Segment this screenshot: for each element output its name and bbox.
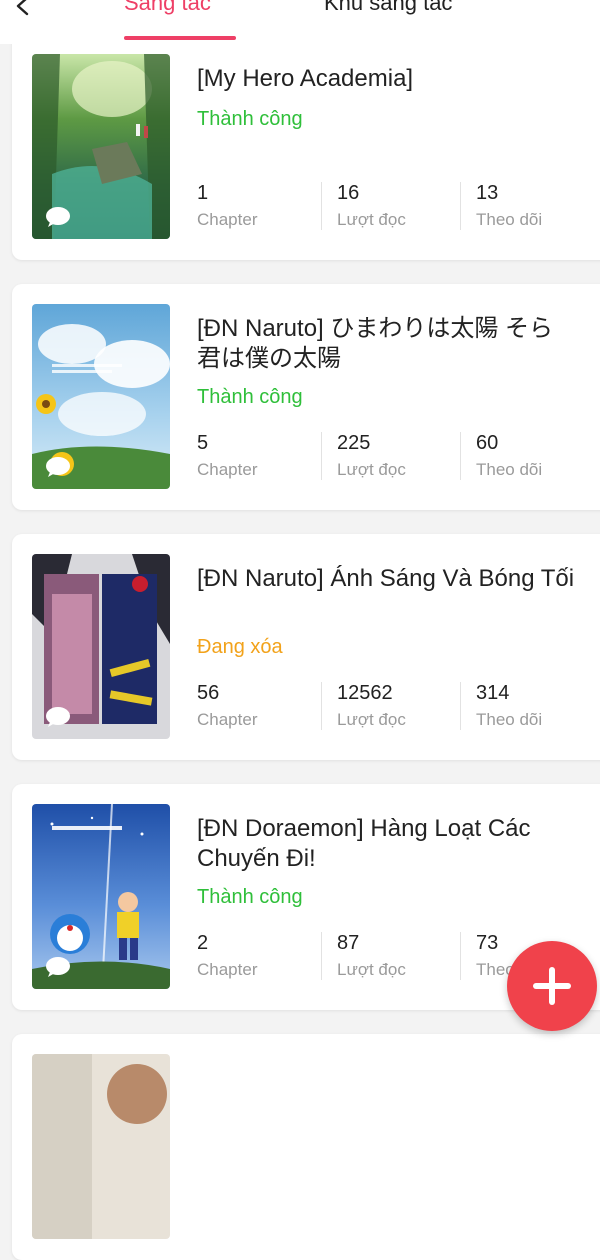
stat-chapters-value: 2 xyxy=(197,932,209,954)
stat-chapters-label: Chapter xyxy=(197,210,258,229)
chevron-left-icon xyxy=(16,0,29,16)
stat-reads-label: Lượt đọc xyxy=(337,710,406,729)
story-status: Thành công xyxy=(197,386,303,408)
stat-chapters: 56 Chapter xyxy=(197,680,257,734)
story-title[interactable]: [My Hero Academia] xyxy=(197,64,577,94)
stat-reads: 12562 Lượt đọc xyxy=(321,680,406,734)
cover-art-partial xyxy=(32,1054,170,1239)
story-cover[interactable] xyxy=(32,54,170,239)
active-tab-indicator xyxy=(124,36,236,40)
story-stats: 56 Chapter 12562 Lượt đọc 314 Theo dõi xyxy=(197,680,600,740)
tab-sang-tac[interactable]: Sáng tác xyxy=(124,0,211,18)
stat-divider xyxy=(460,182,461,230)
comment-bubble-icon xyxy=(46,707,70,727)
stat-follows: 314 Theo dõi xyxy=(460,680,543,734)
stat-follows: 60 Theo dõi xyxy=(460,430,543,484)
stat-chapters: 1 Chapter xyxy=(197,180,257,234)
story-status: Đang xóa xyxy=(197,636,283,658)
stat-divider xyxy=(321,432,322,480)
stat-chapters: 2 Chapter xyxy=(197,930,257,984)
stat-divider xyxy=(460,932,461,980)
story-cover[interactable] xyxy=(32,554,170,739)
stat-divider xyxy=(460,682,461,730)
story-stats: 1 Chapter 16 Lượt đọc 13 Theo dõi xyxy=(197,180,600,240)
stat-reads-label: Lượt đọc xyxy=(337,460,406,479)
stat-reads-label: Lượt đọc xyxy=(337,960,406,979)
story-status: Thành công xyxy=(197,886,303,908)
story-status: Thành công xyxy=(197,108,303,130)
stat-reads: 225 Lượt đọc xyxy=(321,430,406,484)
stat-divider xyxy=(321,682,322,730)
top-header: Sáng tác Khu sáng tác xyxy=(0,0,600,44)
story-cover[interactable] xyxy=(32,1054,170,1239)
stat-follows-label: Theo dõi xyxy=(476,460,543,479)
stat-follows-value: 314 xyxy=(476,682,510,704)
back-button[interactable] xyxy=(8,0,38,26)
stat-divider xyxy=(460,432,461,480)
plus-icon xyxy=(533,967,571,1005)
stat-reads: 16 Lượt đọc xyxy=(321,180,406,234)
stat-chapters-value: 1 xyxy=(197,182,209,204)
story-card[interactable]: [ĐN Naruto] ひまわりは太陽 そら君は僕の太陽 Thành công … xyxy=(12,284,600,510)
story-card[interactable] xyxy=(12,1034,600,1260)
stat-follows-label: Theo dõi xyxy=(476,210,543,229)
tab-khu-sang-tac[interactable]: Khu sáng tác xyxy=(324,0,452,18)
stat-reads-value: 87 xyxy=(337,932,360,954)
add-story-button[interactable] xyxy=(507,941,597,1031)
stat-reads-label: Lượt đọc xyxy=(337,210,406,229)
story-list[interactable]: [My Hero Academia] Thành công 1 Chapter … xyxy=(0,0,600,1260)
stat-chapters-value: 56 xyxy=(197,682,220,704)
stat-follows-value: 60 xyxy=(476,432,499,454)
story-stats: 5 Chapter 225 Lượt đọc 60 Theo dõi xyxy=(197,430,600,490)
stat-divider xyxy=(321,182,322,230)
stat-chapters: 5 Chapter xyxy=(197,430,257,484)
story-title[interactable]: [ĐN Naruto] Ánh Sáng Và Bóng Tối xyxy=(197,564,577,594)
stat-reads-value: 12562 xyxy=(337,682,393,704)
story-card[interactable]: [ĐN Naruto] Ánh Sáng Và Bóng Tối Đang xó… xyxy=(12,534,600,760)
stat-chapters-label: Chapter xyxy=(197,710,258,729)
comment-bubble-icon xyxy=(46,457,70,477)
story-cover[interactable] xyxy=(32,804,170,989)
stat-chapters-value: 5 xyxy=(197,432,209,454)
story-card[interactable]: [My Hero Academia] Thành công 1 Chapter … xyxy=(12,34,600,260)
stat-reads: 87 Lượt đọc xyxy=(321,930,406,984)
story-title[interactable]: [ĐN Doraemon] Hàng Loạt Các Chuyến Đi! xyxy=(197,814,577,874)
stat-reads-value: 225 xyxy=(337,432,371,454)
comment-bubble-icon xyxy=(46,957,70,977)
stat-chapters-label: Chapter xyxy=(197,960,258,979)
stat-follows-value: 13 xyxy=(476,182,499,204)
comment-bubble-icon xyxy=(46,207,70,227)
stat-chapters-label: Chapter xyxy=(197,460,258,479)
stat-follows: 13 Theo dõi xyxy=(460,180,543,234)
stat-divider xyxy=(321,932,322,980)
stat-follows-label: Theo dõi xyxy=(476,710,543,729)
story-title[interactable]: [ĐN Naruto] ひまわりは太陽 そら君は僕の太陽 xyxy=(197,314,577,374)
stat-reads-value: 16 xyxy=(337,182,360,204)
story-cover[interactable] xyxy=(32,304,170,489)
